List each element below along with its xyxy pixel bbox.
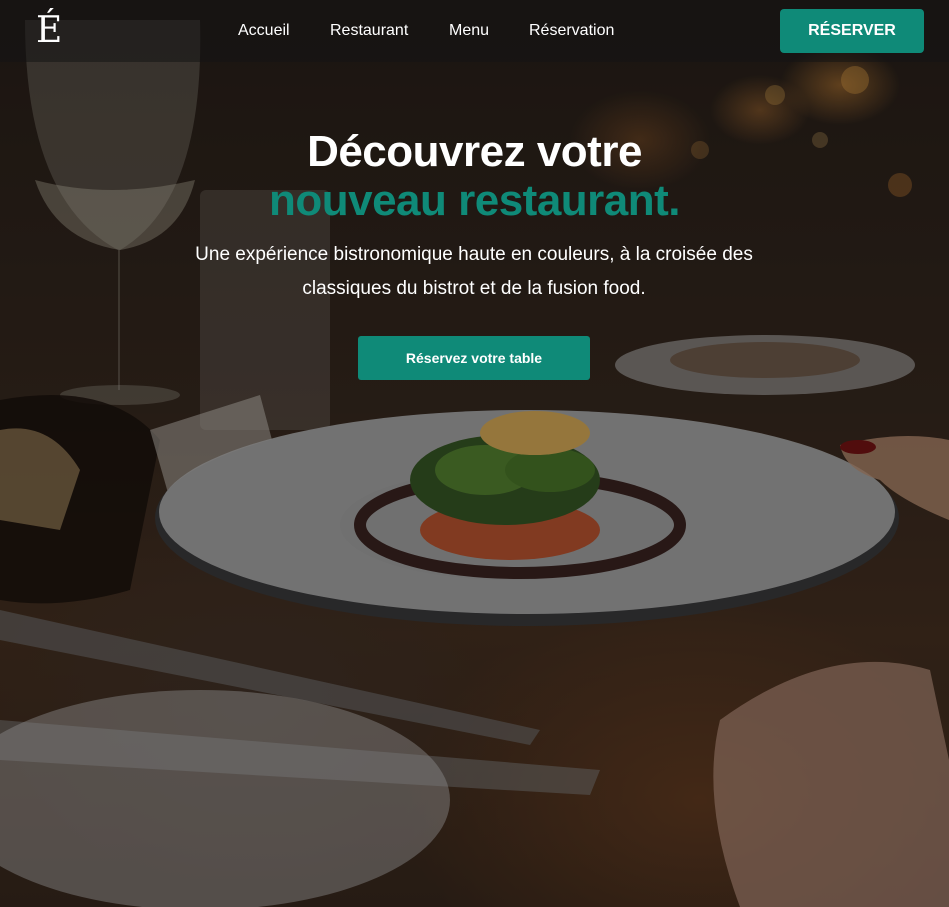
reserve-button[interactable]: RÉSERVER (780, 9, 924, 53)
nav-link-restaurant[interactable]: Restaurant (330, 20, 408, 42)
nav-link-accueil[interactable]: Accueil (238, 20, 290, 42)
top-navbar: É Accueil Restaurant Menu Réservation RÉ… (0, 0, 949, 62)
hero-title-line2: nouveau restaurant. (268, 176, 681, 225)
hero-title-line1: Découvrez votre (307, 127, 642, 176)
brand-logo[interactable]: É (36, 9, 62, 53)
hero-section: É Accueil Restaurant Menu Réservation RÉ… (0, 0, 949, 907)
hero-subtitle: Une expérience bistronomique haute en co… (195, 244, 753, 299)
nav-link-menu[interactable]: Menu (449, 20, 489, 42)
nav-link-reservation[interactable]: Réservation (529, 20, 614, 42)
book-table-button[interactable]: Réservez votre table (358, 336, 590, 380)
